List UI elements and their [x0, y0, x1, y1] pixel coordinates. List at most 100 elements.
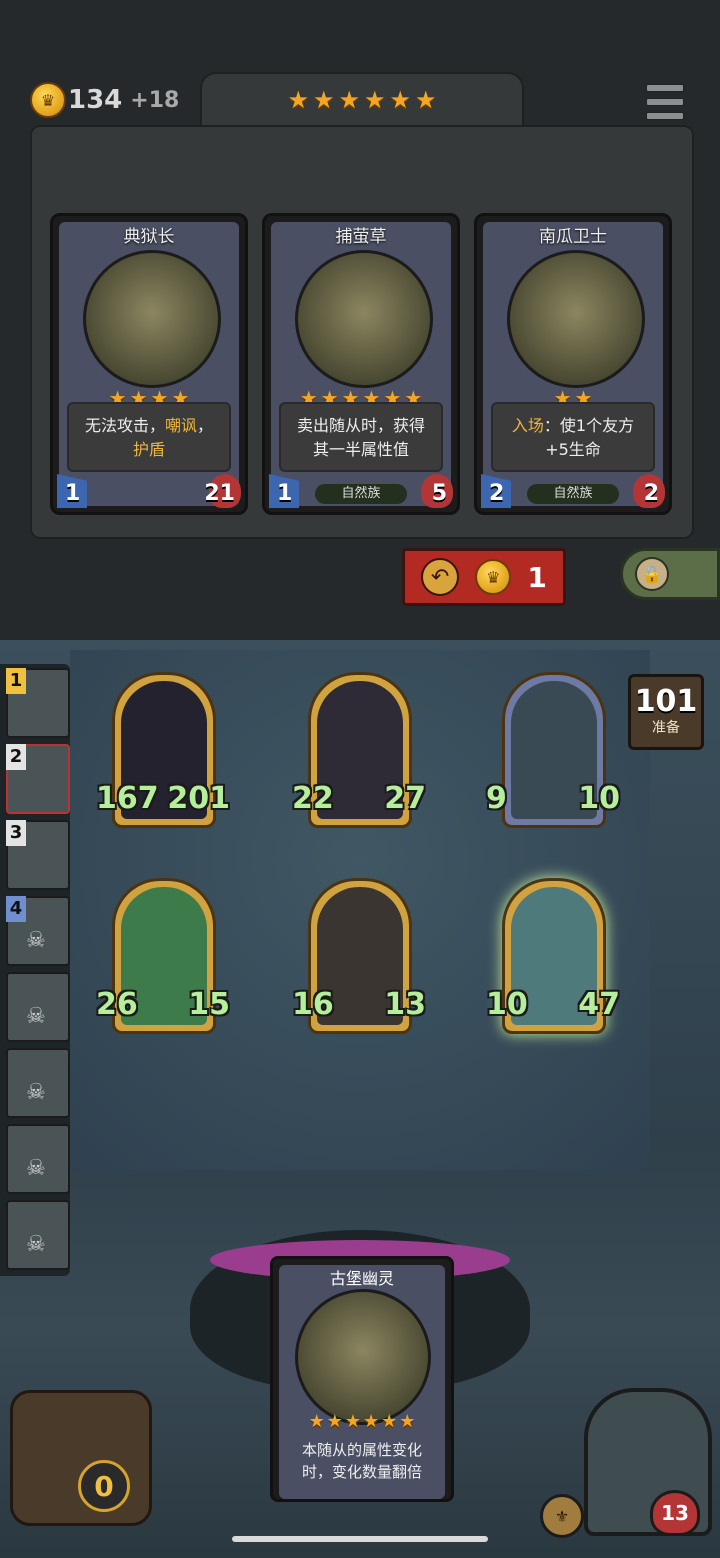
loot-count: 0 — [78, 1460, 130, 1512]
tribe-label: 自然族 — [315, 484, 407, 504]
shop-card-firefly-grass[interactable]: 捕萤草 ★ ★ ★ ★ ★ ★ 卖出随从时，获得 其一半属性值 1 自然族 5 — [262, 213, 460, 515]
minion-attack: 167 — [96, 781, 159, 816]
board-minion[interactable]: 16 13 — [292, 878, 426, 1034]
player-slot[interactable]: 2 — [6, 744, 70, 814]
minion-health: 15 — [188, 987, 230, 1022]
hero-health: 13 — [650, 1490, 700, 1536]
health-value: 5 — [431, 481, 447, 506]
board-minion[interactable]: 26 15 — [96, 878, 230, 1034]
gold-display: ♛ 134 +18 — [30, 82, 179, 118]
freeze-button[interactable]: 🔓 — [620, 548, 720, 600]
star-icon: ★ — [363, 1411, 380, 1432]
attack-value: 1 — [65, 481, 81, 506]
player-rank: 2 — [6, 744, 26, 770]
gold-amount: 134 — [68, 85, 123, 115]
star-icon: ★ — [312, 86, 335, 114]
desc-text: 时，变化数量翻倍 — [301, 1463, 422, 1481]
shop-card-pumpkin-guard[interactable]: 南瓜卫士 ★ ★ 入场：使1个友方 +5生命 2 自然族 2 — [474, 213, 672, 515]
prep-count: 101 — [634, 684, 698, 719]
desc-text: 其一半属性值 — [312, 440, 409, 459]
player-rank: 3 — [6, 820, 26, 846]
attack-value: 2 — [489, 481, 505, 506]
player-rank: 4 — [6, 896, 26, 922]
player-slot[interactable]: 3 — [6, 820, 70, 890]
refresh-button[interactable]: ↶ ♛ 1 — [402, 548, 566, 606]
player-slot[interactable]: 1 — [6, 668, 70, 738]
star-icon: ★ — [399, 1411, 416, 1432]
gargoyle-portrait — [83, 250, 221, 388]
attack-value: 1 — [277, 481, 293, 506]
refresh-arrow-icon: ↶ — [421, 558, 460, 596]
keyword-taunt: 嘲讽 — [164, 416, 197, 435]
menu-button[interactable] — [646, 84, 684, 120]
health-value: 21 — [204, 481, 235, 506]
board-minion[interactable]: 10 47 — [486, 878, 620, 1034]
card-description: 无法攻击，嘲讽， 护盾 — [67, 402, 231, 472]
minion-attack: 26 — [96, 987, 138, 1022]
desc-text: 卖出随从时，获得 — [296, 416, 425, 435]
prep-label: 准备 — [652, 720, 680, 736]
health-value: 2 — [643, 481, 659, 506]
tribe-label: 自然族 — [527, 484, 619, 504]
refresh-cost: 1 — [527, 560, 547, 594]
minion-health: 201 — [167, 781, 230, 816]
star-icon: ★ — [389, 86, 412, 114]
plant-monster-portrait — [295, 250, 433, 388]
tavern-tier-stars: ★ ★ ★ ★ ★ ★ — [262, 88, 462, 112]
hand-card-castle-ghost[interactable]: 古堡幽灵 ★ ★ ★ ★ ★ ★ 本随从的属性变化 时，变化数量翻倍 — [270, 1256, 454, 1502]
crown-coin-icon: ♛ — [30, 82, 66, 118]
skull-icon: ☠ — [26, 1232, 46, 1257]
star-icon: ★ — [415, 86, 437, 114]
menu-icon-bar — [646, 84, 684, 92]
skull-icon: ☠ — [26, 1156, 46, 1181]
player-slot[interactable]: ☠ — [6, 972, 70, 1042]
crown-coin-icon: ♛ — [475, 559, 512, 595]
card-name: 捕萤草 — [335, 227, 387, 247]
gold-income: +18 — [130, 87, 180, 113]
star-icon: ★ — [344, 1411, 361, 1432]
desc-text: +5生命 — [545, 440, 601, 459]
star-icon: ★ — [338, 86, 360, 114]
card-stars: ★ ★ ★ ★ ★ ★ — [273, 1413, 451, 1431]
minion-attack: 22 — [292, 781, 334, 816]
card-description: 入场：使1个友方 +5生命 — [491, 402, 655, 472]
desc-text: 本随从的属性变化 — [301, 1441, 422, 1459]
loot-chest[interactable] — [10, 1390, 152, 1526]
board-minion[interactable]: 167 201 — [96, 672, 230, 828]
lock-icon: 🔓 — [635, 557, 669, 591]
menu-icon-bar — [646, 98, 684, 106]
card-description: 本随从的属性变化 时，变化数量翻倍 — [283, 1439, 441, 1483]
minion-attack: 16 — [292, 987, 334, 1022]
pumpkin-ghosts-portrait — [295, 1289, 431, 1425]
player-slot[interactable]: 4 ☠ — [6, 896, 70, 966]
minion-health: 13 — [384, 987, 426, 1022]
board-minion[interactable]: 22 27 — [292, 672, 426, 828]
minion-attack: 10 — [486, 987, 528, 1022]
skull-icon: ☠ — [26, 1080, 46, 1105]
star-icon: ★ — [364, 86, 386, 114]
card-description: 卖出随从时，获得 其一半属性值 — [279, 402, 443, 472]
home-indicator[interactable] — [232, 1536, 488, 1542]
desc-text: ：使1个友方 — [543, 416, 635, 435]
keyword-battlecry: 入场 — [511, 416, 544, 435]
shop-card-warden[interactable]: 典狱长 ★ ★ ★ ★ 无法攻击，嘲讽， 护盾 1 21 — [50, 213, 248, 515]
star-icon: ★ — [308, 1411, 325, 1432]
pumpkin-portrait — [507, 250, 645, 388]
menu-icon-bar — [646, 112, 684, 120]
desc-text: 无法攻击， — [84, 416, 165, 435]
player-rank: 1 — [6, 668, 26, 694]
card-name: 典狱长 — [123, 227, 175, 247]
player-slot[interactable]: ☠ — [6, 1200, 70, 1270]
desc-text: ， — [197, 416, 214, 435]
card-name: 古堡幽灵 — [329, 1269, 394, 1288]
star-icon: ★ — [381, 1411, 398, 1432]
minion-attack: 9 — [486, 781, 507, 816]
hero-power-icon[interactable]: ⚜ — [540, 1494, 584, 1538]
card-name: 南瓜卫士 — [539, 227, 607, 247]
player-slot[interactable]: ☠ — [6, 1124, 70, 1194]
player-list: 1 2 3 4 ☠ ☠ ☠ ☠ ☠ — [0, 664, 70, 1276]
minion-health: 27 — [384, 781, 426, 816]
board-minion[interactable]: 9 10 — [486, 672, 620, 828]
skull-icon: ☠ — [26, 928, 46, 953]
player-slot[interactable]: ☠ — [6, 1048, 70, 1118]
